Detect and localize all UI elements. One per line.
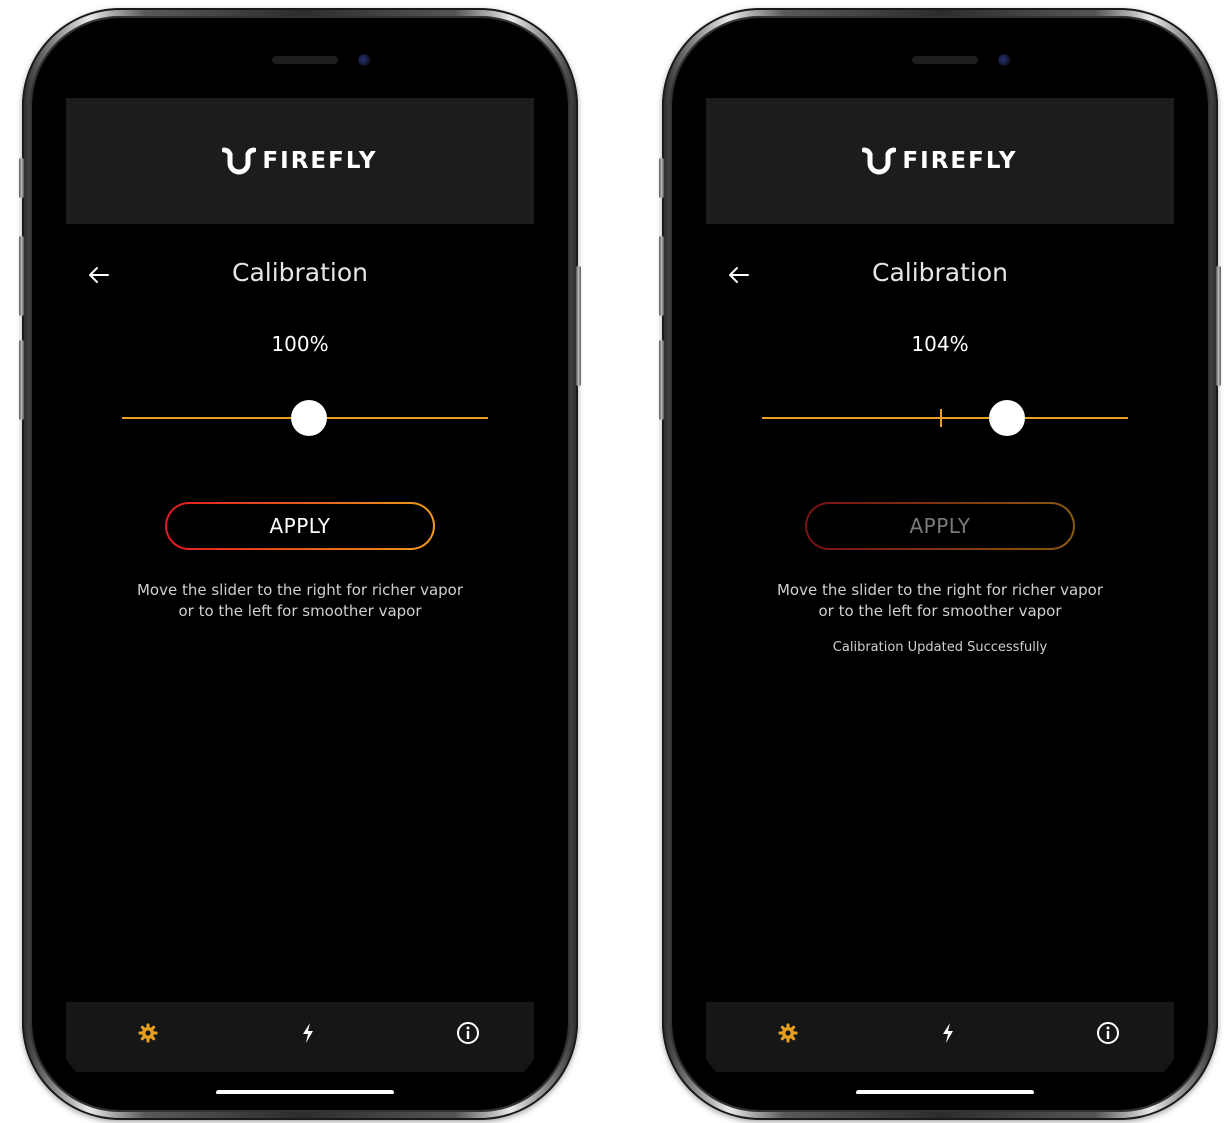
apply-button[interactable]: APPLY: [805, 502, 1075, 550]
lightning-icon: [943, 1023, 953, 1043]
volume-down-button: [659, 340, 664, 420]
calibration-percent: 104%: [911, 332, 969, 356]
phone-frame-right: FIREFLY Calibration 104% APPLY Move the …: [659, 8, 1221, 1120]
calibration-hint: Move the slider to the right for richer …: [56, 580, 544, 622]
home-indicator[interactable]: [856, 1090, 1034, 1094]
screen: FIREFLY Calibration 100% APPLY Move the …: [56, 34, 544, 1094]
earpiece-speaker: [272, 56, 338, 64]
nav-row: Calibration: [696, 256, 1184, 296]
page-title: Calibration: [231, 258, 369, 287]
volume-down-button: [19, 340, 24, 420]
lightning-icon: [303, 1023, 313, 1043]
hint-line-1: Move the slider to the right for richer …: [136, 581, 463, 599]
calibration-slider[interactable]: [122, 400, 488, 436]
power-button: [576, 266, 581, 386]
front-camera: [998, 54, 1010, 66]
page-title: Calibration: [871, 258, 1009, 287]
apply-button[interactable]: APPLY: [165, 502, 435, 550]
calibration-hint: Move the slider to the right for richer …: [696, 580, 1184, 622]
brand-logo: FIREFLY: [862, 146, 1017, 176]
tab-info[interactable]: [1093, 1018, 1123, 1048]
gear-icon: [778, 1023, 798, 1043]
tab-info[interactable]: [453, 1018, 483, 1048]
slider-thumb[interactable]: [290, 400, 327, 436]
calibration-slider[interactable]: [762, 400, 1128, 436]
slider-thumb[interactable]: [989, 400, 1026, 436]
brand-name: FIREFLY: [902, 148, 1018, 174]
app-header: FIREFLY: [706, 98, 1174, 224]
hint-line-2: or to the left for smoother vapor: [178, 602, 422, 620]
tab-power[interactable]: [933, 1018, 963, 1048]
nav-row: Calibration: [56, 256, 544, 296]
tab-bar: [66, 1002, 534, 1072]
hint-line-2: or to the left for smoother vapor: [818, 602, 1062, 620]
earpiece-speaker: [912, 56, 978, 64]
info-icon: [457, 1022, 479, 1044]
volume-up-button: [659, 236, 664, 316]
phone-frame-left: FIREFLY Calibration 100% APPLY Move the …: [19, 8, 581, 1120]
mute-switch: [19, 158, 24, 198]
screen: FIREFLY Calibration 104% APPLY Move the …: [696, 34, 1184, 1094]
app-header: FIREFLY: [66, 98, 534, 224]
gear-icon: [138, 1023, 158, 1043]
apply-button-label: APPLY: [167, 504, 433, 548]
phone-bezel: FIREFLY Calibration 100% APPLY Move the …: [30, 16, 570, 1112]
firefly-logo-mark-icon: [862, 147, 897, 175]
home-indicator[interactable]: [216, 1090, 394, 1094]
tab-power[interactable]: [293, 1018, 323, 1048]
hint-line-1: Move the slider to the right for richer …: [776, 581, 1103, 599]
apply-button-label: APPLY: [807, 504, 1073, 548]
volume-up-button: [19, 236, 24, 316]
front-camera: [358, 54, 370, 66]
tab-bar: [706, 1002, 1174, 1072]
power-button: [1216, 266, 1221, 386]
slider-default-mark: [940, 409, 943, 427]
brand-name: FIREFLY: [262, 148, 378, 174]
status-message: Calibration Updated Successfully: [832, 640, 1048, 655]
calibration-percent: 100%: [271, 332, 329, 356]
tab-settings[interactable]: [133, 1018, 163, 1048]
tab-settings[interactable]: [773, 1018, 803, 1048]
mute-switch: [659, 158, 664, 198]
firefly-logo-mark-icon: [222, 147, 257, 175]
slider-track[interactable]: [762, 417, 1128, 419]
info-icon: [1097, 1022, 1119, 1044]
brand-logo: FIREFLY: [222, 146, 377, 176]
phone-bezel: FIREFLY Calibration 104% APPLY Move the …: [670, 16, 1210, 1112]
